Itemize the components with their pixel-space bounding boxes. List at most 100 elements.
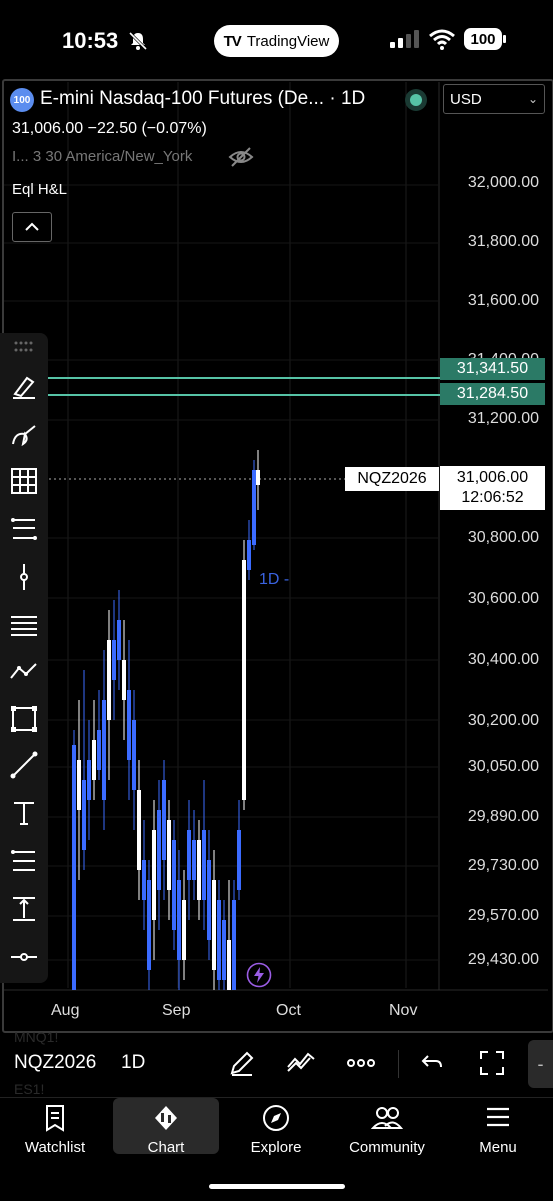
nav-menu-label: Menu: [479, 1139, 517, 1156]
side-panel-toggle[interactable]: -: [528, 1040, 553, 1088]
cross-line-tool[interactable]: [6, 559, 42, 595]
candle-body: [152, 830, 156, 920]
candle-body: [112, 640, 116, 680]
fullscreen-button[interactable]: [475, 1046, 509, 1080]
grid-tool[interactable]: [6, 463, 42, 499]
horizontal-line-tool[interactable]: [6, 939, 42, 975]
y-tick-label: 30,800.00: [467, 529, 539, 546]
measure-tool[interactable]: [6, 891, 42, 927]
parallel-lines-tool[interactable]: [6, 607, 42, 643]
currency-select[interactable]: USD ⌄: [443, 84, 545, 114]
nav-chart[interactable]: Chart: [113, 1098, 219, 1156]
undo-button[interactable]: [415, 1046, 449, 1080]
y-tick-label: 30,050.00: [467, 758, 539, 775]
candle-body: [182, 900, 186, 960]
currency-value: USD: [450, 90, 482, 108]
rectangle-tool[interactable]: [6, 701, 42, 737]
horizontal-line-icon: [11, 953, 37, 961]
candle-body: [202, 830, 206, 900]
candle-body: [256, 470, 260, 485]
candle-body: [82, 780, 86, 850]
indicators-button[interactable]: [284, 1046, 318, 1080]
y-tick-label: 29,890.00: [467, 808, 539, 825]
trend-arrow-icon: [10, 663, 37, 679]
nav-community[interactable]: Community: [334, 1098, 440, 1156]
hline-label-upper: 31,341.50: [440, 358, 545, 380]
market-open-indicator: [405, 89, 427, 111]
candle-body: [167, 820, 171, 890]
text-tool[interactable]: [6, 795, 42, 831]
draw-button[interactable]: [225, 1046, 259, 1080]
y-tick-label: 30,400.00: [467, 651, 539, 668]
undo-icon: [421, 1055, 442, 1068]
line-icon: [10, 751, 38, 779]
more-button[interactable]: [344, 1046, 378, 1080]
nav-explore[interactable]: Explore: [223, 1098, 329, 1156]
ghost-symbol-top: MNQ1!: [14, 1029, 59, 1045]
candle-body: [157, 810, 161, 890]
collapse-legend-button[interactable]: [12, 212, 52, 242]
candle-body: [117, 620, 121, 660]
menu-icon: [487, 1107, 509, 1127]
candle-body: [107, 640, 111, 720]
compass-icon: [263, 1105, 289, 1131]
fib-tool[interactable]: [6, 511, 42, 547]
symbol-button[interactable]: NQZ2026: [14, 1052, 99, 1074]
parallel-lines-icon: [11, 616, 37, 636]
candle-body: [137, 790, 141, 870]
symbol-badge: 100: [10, 88, 34, 112]
line-tool[interactable]: [6, 747, 42, 783]
candle-body: [92, 740, 96, 780]
ghost-symbol-bottom: ES1!: [14, 1081, 45, 1097]
x-label-aug: Aug: [51, 1002, 80, 1019]
candle-body: [127, 690, 131, 760]
nav-menu[interactable]: Menu: [445, 1098, 551, 1156]
candle-body: [77, 760, 81, 810]
rectangle-icon: [11, 706, 37, 732]
candle-body: [207, 860, 211, 940]
interval-button[interactable]: 1D: [121, 1052, 145, 1074]
lightning-icon[interactable]: [246, 962, 272, 988]
y-tick-label: 29,730.00: [467, 857, 539, 874]
candle-body: [177, 880, 181, 960]
curve-tool[interactable]: [6, 417, 42, 453]
text-icon: [14, 802, 34, 825]
y-tick-label: 30,600.00: [467, 590, 539, 607]
drawing-toolbar: [0, 333, 48, 983]
nav-community-label: Community: [349, 1139, 425, 1156]
fullscreen-icon: [480, 1051, 504, 1075]
measure-icon: [13, 897, 35, 921]
nav-watchlist-label: Watchlist: [24, 1139, 86, 1156]
session-info: I... 3 30 America/New_York: [12, 148, 193, 165]
indicator-label[interactable]: Eql H&L: [12, 181, 67, 198]
candle-body: [132, 720, 136, 790]
candle-body: [247, 540, 251, 570]
brush-tool[interactable]: [6, 369, 42, 405]
nav-watchlist[interactable]: Watchlist: [2, 1098, 108, 1156]
brush-icon: [13, 376, 35, 399]
nav-explore-label: Explore: [250, 1139, 302, 1156]
hline-label-lower: 31,284.50: [440, 383, 545, 405]
x-label-nov: Nov: [389, 1002, 418, 1019]
candle-body: [87, 760, 91, 800]
candle-body: [192, 840, 196, 880]
interval-marker: 1D -: [259, 571, 290, 588]
trend-arrow-tool[interactable]: [6, 653, 42, 689]
community-icon: [371, 1107, 403, 1129]
indicators-icon: [287, 1052, 315, 1072]
toolbar-divider: [398, 1050, 399, 1078]
more-icon: [347, 1059, 375, 1067]
fib-retracement-tool[interactable]: [6, 843, 42, 879]
eye-off-icon[interactable]: [228, 146, 254, 168]
candle-body: [97, 730, 101, 770]
symbol-title[interactable]: E-mini Nasdaq-100 Futures (De... · 1D: [40, 88, 365, 110]
candle-body: [142, 860, 146, 900]
candle-body: [222, 920, 226, 980]
candle-body: [237, 830, 241, 890]
drag-handle-icon[interactable]: [14, 341, 34, 353]
candle-body: [227, 940, 231, 990]
candle-body: [217, 900, 221, 980]
current-price-value: 31,006.00: [456, 469, 529, 486]
chevron-up-icon: [25, 222, 39, 231]
candle-body: [232, 900, 236, 990]
